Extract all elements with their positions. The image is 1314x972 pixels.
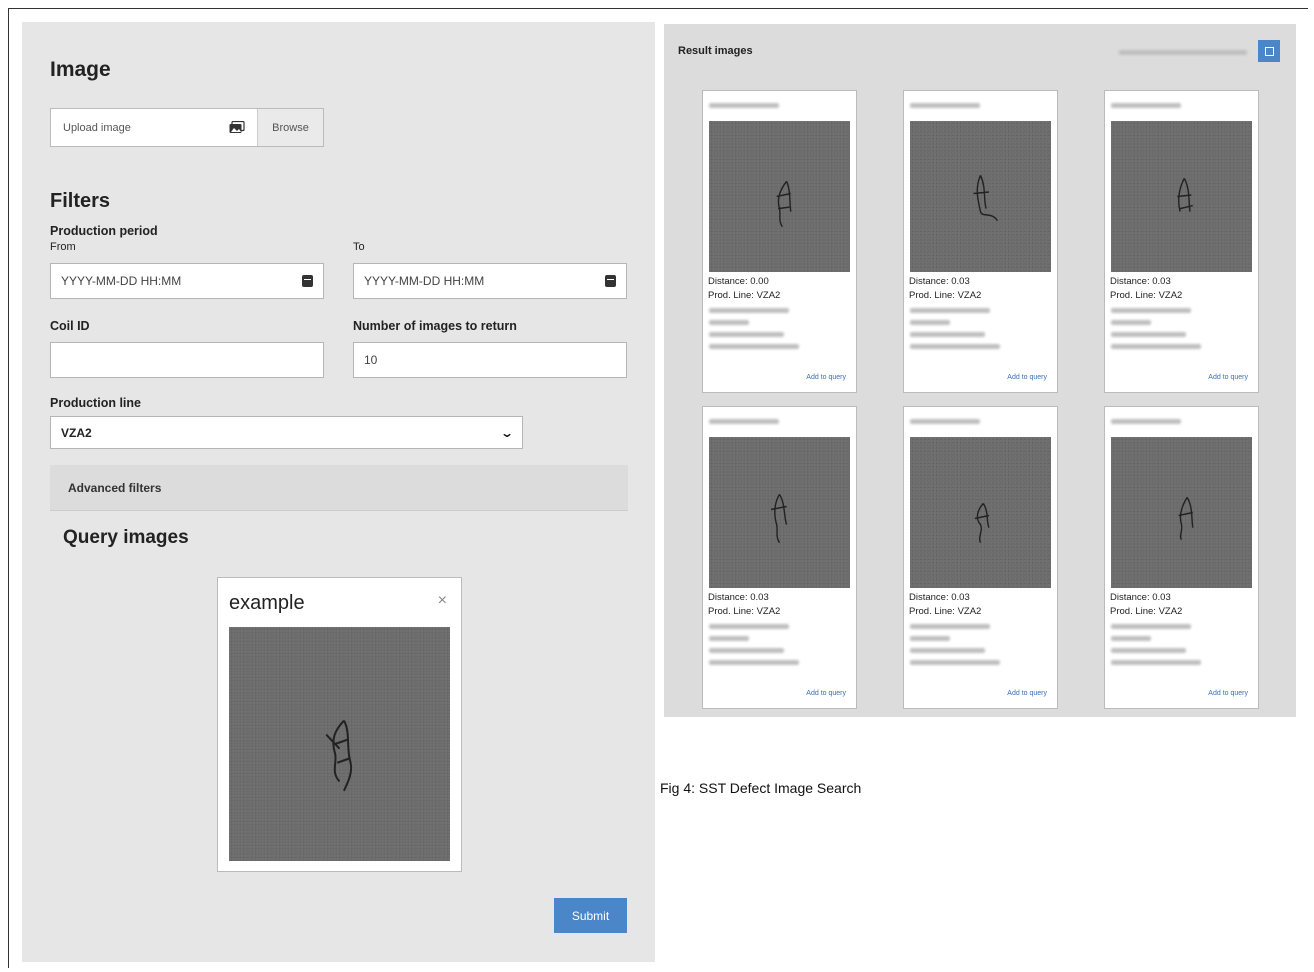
add-to-query-link[interactable]: Add to query — [806, 374, 846, 381]
add-to-query-link[interactable]: Add to query — [1007, 374, 1047, 381]
add-to-query-link[interactable]: Add to query — [1208, 374, 1248, 381]
prod-line-text: Prod. Line: VZA2 — [1110, 290, 1183, 301]
query-defect-image — [229, 627, 450, 861]
blurred-meta — [1111, 332, 1186, 337]
add-to-query-link[interactable]: Add to query — [1007, 690, 1047, 697]
distance-text: Distance: 0.03 — [909, 592, 970, 603]
prod-line-text: Prod. Line: VZA2 — [909, 290, 982, 301]
query-card-title: example — [229, 592, 305, 614]
blurred-card-title — [910, 419, 980, 424]
coil-id-label: Coil ID — [50, 319, 90, 333]
blurred-meta — [1111, 648, 1186, 653]
calendar-icon[interactable] — [302, 275, 313, 287]
blurred-meta — [910, 320, 950, 325]
blurred-meta — [1111, 308, 1191, 313]
blurred-meta — [910, 332, 985, 337]
blurred-card-title — [709, 103, 779, 108]
from-datetime-field[interactable]: YYYY-MM-DD HH:MM — [50, 263, 324, 299]
result-defect-image[interactable] — [1111, 437, 1252, 588]
result-defect-image[interactable] — [1111, 121, 1252, 272]
advanced-filters-toggle[interactable]: Advanced filters — [50, 465, 628, 511]
result-defect-image[interactable] — [709, 437, 850, 588]
result-defect-image[interactable] — [910, 437, 1051, 588]
blurred-header-text — [1119, 50, 1247, 55]
result-card: Distance: 0.03 Prod. Line: VZA2 Add to que… — [1104, 406, 1259, 709]
production-line-value: VZA2 — [61, 425, 92, 440]
blurred-meta — [1111, 320, 1151, 325]
from-label: From — [50, 241, 76, 253]
add-to-query-link[interactable]: Add to query — [806, 690, 846, 697]
from-datetime-placeholder: YYYY-MM-DD HH:MM — [61, 274, 182, 288]
blurred-meta — [1111, 636, 1151, 641]
to-datetime-placeholder: YYYY-MM-DD HH:MM — [364, 274, 485, 288]
image-heading: Image — [50, 58, 111, 81]
blurred-meta — [709, 344, 799, 349]
num-images-value: 10 — [364, 353, 378, 367]
blurred-card-title — [1111, 103, 1181, 108]
upload-placeholder: Upload image — [63, 121, 131, 134]
num-images-label: Number of images to return — [353, 319, 517, 333]
blurred-meta — [709, 308, 789, 313]
image-upload-icon — [229, 121, 245, 133]
blurred-meta — [709, 320, 749, 325]
to-datetime-field[interactable]: YYYY-MM-DD HH:MM — [353, 263, 627, 299]
blurred-meta — [709, 624, 789, 629]
blurred-card-title — [709, 419, 779, 424]
blurred-card-title — [1111, 419, 1181, 424]
blurred-meta — [709, 636, 749, 641]
result-card: Distance: 0.03 Prod. Line: VZA2 Add to que… — [702, 406, 857, 709]
calendar-icon[interactable] — [605, 275, 616, 287]
production-line-select[interactable]: VZA2 ⌄ — [50, 416, 523, 449]
submit-button[interactable]: Submit — [554, 898, 627, 933]
prod-line-text: Prod. Line: VZA2 — [909, 606, 982, 617]
query-image-card: example × — [217, 577, 462, 872]
query-images-heading: Query images — [63, 527, 189, 548]
blurred-meta — [910, 624, 990, 629]
result-defect-image[interactable] — [709, 121, 850, 272]
num-images-input[interactable]: 10 — [353, 342, 627, 378]
blurred-meta — [1111, 624, 1191, 629]
distance-text: Distance: 0.03 — [909, 276, 970, 287]
search-form-panel: Image Upload image Browse Filters Produc… — [22, 22, 655, 962]
add-to-query-link[interactable]: Add to query — [1208, 690, 1248, 697]
result-card: Distance: 0.03 Prod. Line: VZA2 Add to que… — [903, 90, 1058, 393]
prod-line-text: Prod. Line: VZA2 — [708, 290, 781, 301]
to-label: To — [353, 241, 365, 253]
blurred-meta — [709, 332, 784, 337]
blurred-meta — [910, 636, 950, 641]
figure-caption: Fig 4: SST Defect Image Search — [660, 780, 862, 796]
close-icon[interactable]: × — [438, 592, 447, 610]
result-card: Distance: 0.03 Prod. Line: VZA2 Add to que… — [903, 406, 1058, 709]
distance-text: Distance: 0.03 — [1110, 592, 1171, 603]
upload-image-input[interactable]: Upload image — [51, 109, 257, 146]
results-panel: Result images Distance: 0.00 Prod. Line: … — [664, 24, 1296, 717]
blurred-meta — [910, 648, 985, 653]
blurred-meta — [910, 308, 990, 313]
upload-image-group[interactable]: Upload image Browse — [50, 108, 324, 147]
distance-text: Distance: 0.00 — [708, 276, 769, 287]
coil-id-input[interactable] — [50, 342, 324, 378]
blurred-meta — [709, 648, 784, 653]
advanced-filters-label: Advanced filters — [68, 480, 162, 495]
blurred-meta — [709, 660, 799, 665]
production-period-label: Production period — [50, 224, 158, 238]
result-defect-image[interactable] — [910, 121, 1051, 272]
blurred-card-title — [910, 103, 980, 108]
blurred-meta — [910, 660, 1000, 665]
prod-line-text: Prod. Line: VZA2 — [1110, 606, 1183, 617]
grid-view-icon[interactable] — [1258, 40, 1280, 62]
result-images-title: Result images — [678, 45, 753, 57]
chevron-down-icon: ⌄ — [499, 425, 515, 440]
blurred-meta — [1111, 660, 1201, 665]
blurred-meta — [910, 344, 1000, 349]
browse-button[interactable]: Browse — [257, 109, 323, 146]
distance-text: Distance: 0.03 — [1110, 276, 1171, 287]
blurred-meta — [1111, 344, 1201, 349]
production-line-label: Production line — [50, 396, 141, 410]
distance-text: Distance: 0.03 — [708, 592, 769, 603]
result-card: Distance: 0.00 Prod. Line: VZA2 Add to que… — [702, 90, 857, 393]
filters-heading: Filters — [50, 190, 111, 212]
result-card: Distance: 0.03 Prod. Line: VZA2 Add to que… — [1104, 90, 1259, 393]
prod-line-text: Prod. Line: VZA2 — [708, 606, 781, 617]
